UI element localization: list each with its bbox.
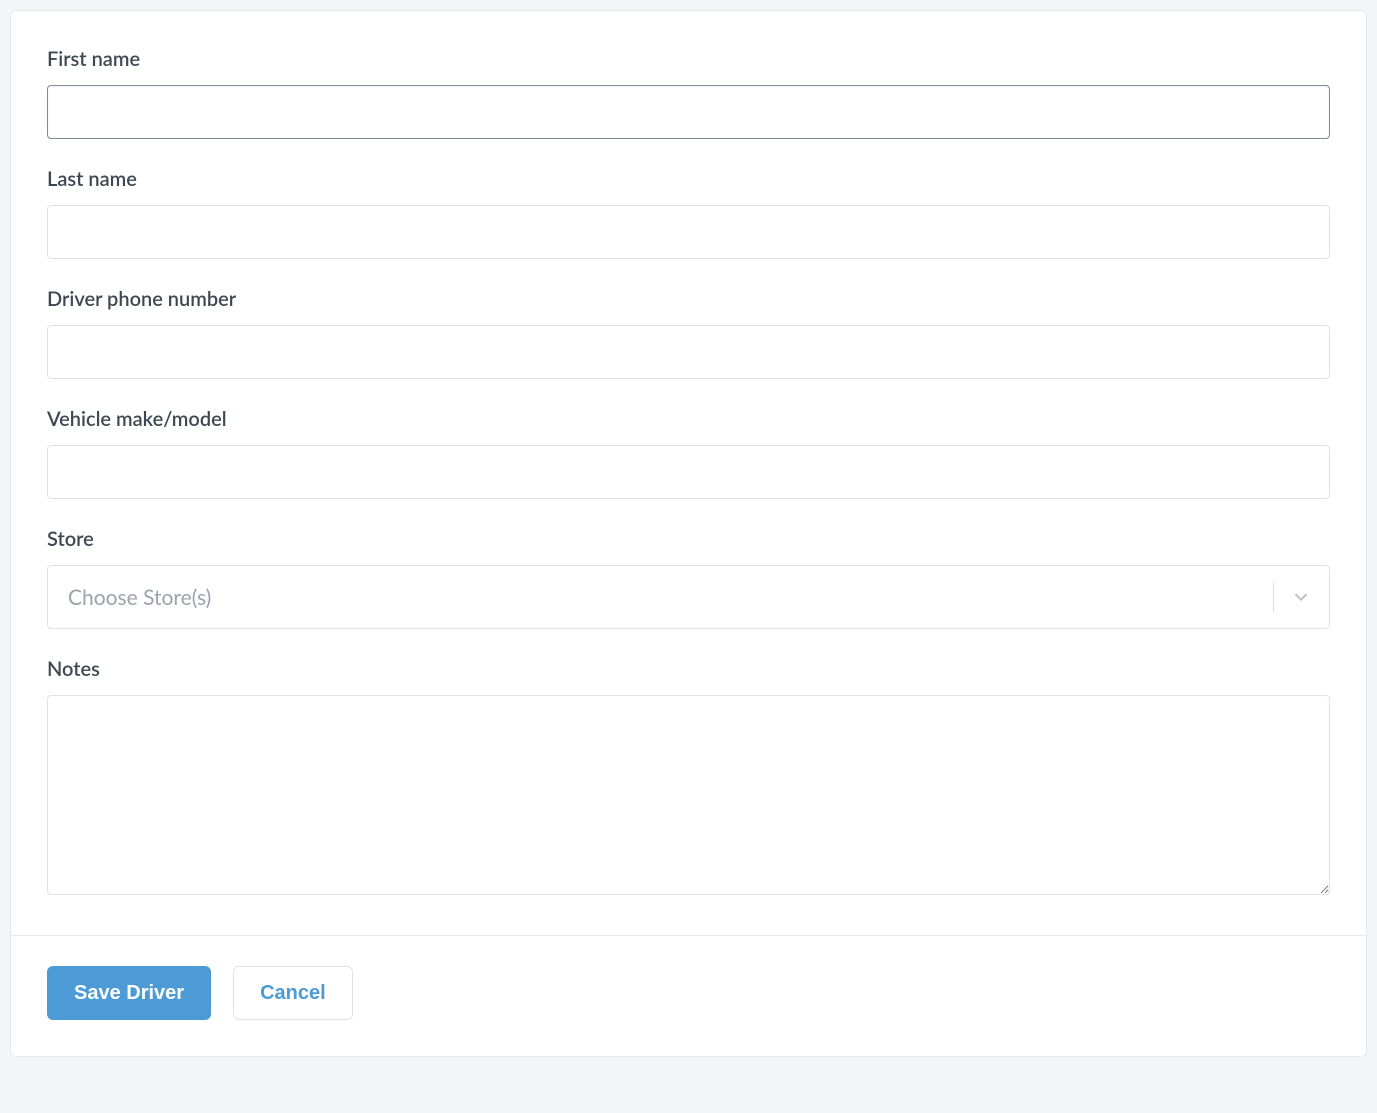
cancel-button[interactable]: Cancel <box>233 966 353 1020</box>
driver-phone-input[interactable] <box>47 325 1330 379</box>
vehicle-label: Vehicle make/model <box>47 407 1330 431</box>
driver-phone-label: Driver phone number <box>47 287 1330 311</box>
store-select-wrapper: Choose Store(s) <box>47 565 1330 629</box>
save-driver-button[interactable]: Save Driver <box>47 966 211 1020</box>
notes-group: Notes <box>47 657 1330 899</box>
form-footer: Save Driver Cancel <box>11 935 1366 1056</box>
last-name-group: Last name <box>47 167 1330 259</box>
form-body: First name Last name Driver phone number… <box>11 11 1366 935</box>
vehicle-input[interactable] <box>47 445 1330 499</box>
store-select[interactable]: Choose Store(s) <box>47 565 1330 629</box>
first-name-label: First name <box>47 47 1330 71</box>
driver-phone-group: Driver phone number <box>47 287 1330 379</box>
notes-label: Notes <box>47 657 1330 681</box>
notes-textarea[interactable] <box>47 695 1330 895</box>
driver-form-card: First name Last name Driver phone number… <box>10 10 1367 1057</box>
store-group: Store Choose Store(s) <box>47 527 1330 629</box>
store-label: Store <box>47 527 1330 551</box>
last-name-input[interactable] <box>47 205 1330 259</box>
first-name-group: First name <box>47 47 1330 139</box>
vehicle-group: Vehicle make/model <box>47 407 1330 499</box>
last-name-label: Last name <box>47 167 1330 191</box>
store-select-placeholder: Choose Store(s) <box>68 585 211 610</box>
first-name-input[interactable] <box>47 85 1330 139</box>
select-divider <box>1273 581 1274 613</box>
